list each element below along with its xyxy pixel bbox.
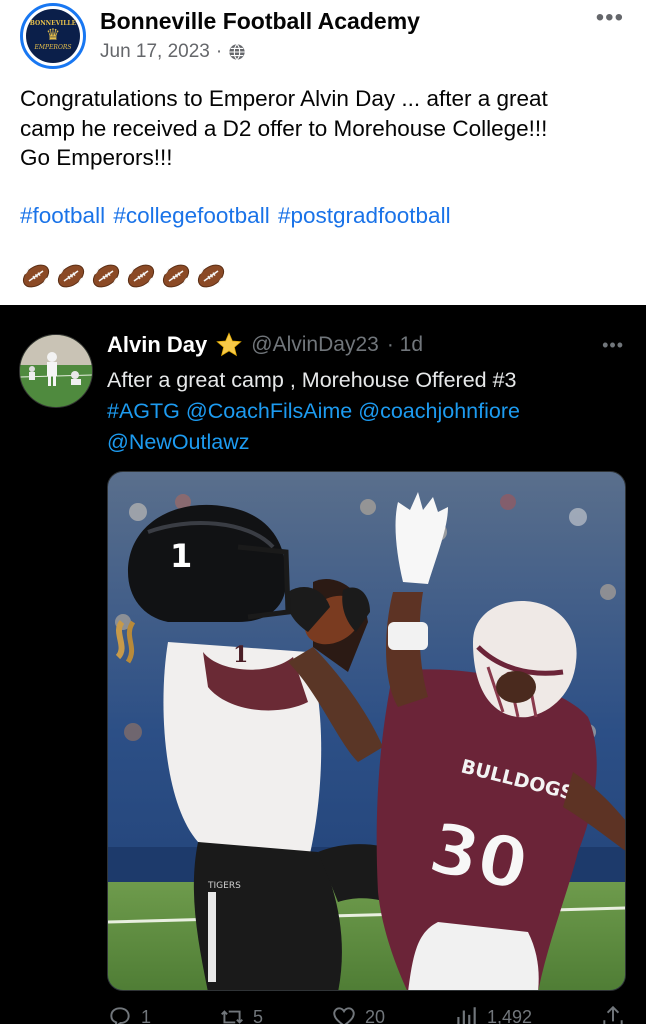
- american-football-icon: [57, 264, 85, 288]
- hashtag-agtg-link[interactable]: #AGTG: [107, 399, 180, 423]
- retweet-count: 5: [252, 1006, 263, 1024]
- american-football-icon: [92, 264, 120, 288]
- academy-logo-icon: BONNEVILLE ♛ EMPERORS: [26, 9, 80, 63]
- tweet-time[interactable]: · 1d: [387, 333, 423, 357]
- reply-button[interactable]: 1: [107, 1004, 151, 1024]
- page-name[interactable]: Bonneville Football Academy: [100, 8, 420, 35]
- tweet-header: Alvin Day @AlvinDay23 · 1d: [107, 331, 423, 359]
- like-button[interactable]: 20: [331, 1004, 385, 1024]
- like-count: 20: [364, 1006, 385, 1024]
- avatar-photo-icon: [20, 335, 92, 407]
- tweet-author-avatar[interactable]: [19, 334, 93, 408]
- receiver-jersey-number: 1: [233, 642, 248, 668]
- post-text-line: Go Emperors!!!: [20, 145, 173, 170]
- american-football-icon: [22, 264, 50, 288]
- mention-coachfilsaime-link[interactable]: @CoachFilsAime: [186, 399, 352, 423]
- post-hashtags[interactable]: #football #collegefootball #postgradfoot…: [20, 203, 451, 229]
- post-date[interactable]: Jun 17, 2023: [100, 41, 210, 63]
- post-meta: Jun 17, 2023 ·: [100, 41, 246, 63]
- tweet-author-name[interactable]: Alvin Day: [107, 332, 207, 358]
- star-icon: [216, 332, 243, 357]
- post-text-line: Congratulations to Emperor Alvin Day ...…: [20, 86, 548, 111]
- views-chart-icon: [457, 1007, 476, 1024]
- football-catch-photo: 1 TIGERS 1 BULLDOGS 30: [108, 472, 625, 990]
- receiver-helmet-number: 1: [170, 537, 192, 575]
- receiver-pants-text: TIGERS: [207, 881, 241, 891]
- crown-icon: ♛: [45, 27, 61, 44]
- football-emoji-row: [20, 260, 227, 292]
- fb-post-header: BONNEVILLE ♛ EMPERORS Bonneville Footbal…: [0, 0, 646, 72]
- share-icon: [603, 1005, 623, 1024]
- reply-icon: [110, 1007, 130, 1024]
- mention-coachjohnfiore-link[interactable]: @coachjohnfiore: [358, 399, 520, 423]
- tweet-photo[interactable]: 1 TIGERS 1 BULLDOGS 30: [107, 471, 626, 991]
- tweet-author-handle[interactable]: @AlvinDay23: [251, 333, 379, 357]
- page-avatar[interactable]: BONNEVILLE ♛ EMPERORS: [20, 3, 86, 69]
- american-football-icon: [162, 264, 190, 288]
- heart-icon: [333, 1007, 355, 1024]
- post-body-text: Congratulations to Emperor Alvin Day ...…: [20, 84, 630, 173]
- reply-count: 1: [141, 1006, 152, 1024]
- mention-newoutlawz-link[interactable]: @NewOutlawz: [107, 430, 250, 454]
- american-football-icon: [197, 264, 225, 288]
- globe-icon: [229, 43, 245, 61]
- embedded-tweet: Alvin Day @AlvinDay23 · 1d ••• After a g…: [0, 305, 646, 1024]
- american-football-icon: [127, 264, 155, 288]
- tweet-text-line: @NewOutlawz: [107, 427, 627, 458]
- tweet-body-text: After a great camp , Morehouse Offered #…: [107, 365, 627, 458]
- tweet-actions-bar: 1 5 20 1,492: [107, 1004, 626, 1024]
- share-button[interactable]: [600, 1004, 626, 1024]
- retweet-icon: [221, 1010, 243, 1024]
- logo-bottom-text: EMPERORS: [34, 44, 72, 51]
- views-count: 1,492: [486, 1006, 533, 1024]
- tweet-text-line: After a great camp , Morehouse Offered #…: [107, 368, 517, 392]
- views-button[interactable]: 1,492: [453, 1004, 532, 1024]
- retweet-button[interactable]: 5: [219, 1004, 263, 1024]
- post-text-line: camp he received a D2 offer to Morehouse…: [20, 115, 548, 141]
- post-more-options-button[interactable]: •••: [596, 6, 624, 30]
- tweet-more-options-button[interactable]: •••: [602, 335, 624, 356]
- meta-separator: ·: [215, 41, 223, 62]
- tweet-text-line: #AGTG @CoachFilsAime @coachjohnfiore: [107, 396, 627, 427]
